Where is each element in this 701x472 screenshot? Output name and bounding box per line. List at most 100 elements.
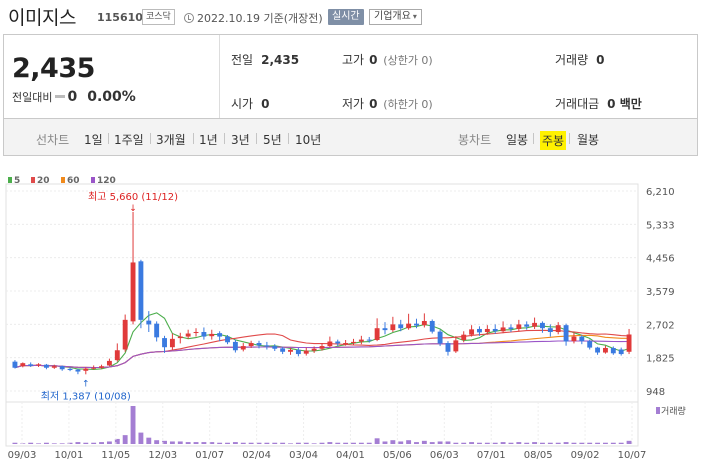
candle-body <box>390 324 396 331</box>
candle-body <box>571 336 577 342</box>
candle-daily[interactable]: 일봉 <box>506 131 528 148</box>
y-tick-label: 1,825 <box>646 354 675 365</box>
volume-bar <box>280 442 286 444</box>
volume: 거래량 0 <box>555 51 604 68</box>
candle-body <box>217 333 223 337</box>
period-5y[interactable]: 5년 <box>263 131 282 148</box>
candle-body <box>99 366 104 368</box>
low-arrow-icon: ↑ <box>82 379 90 389</box>
volume-plot-area <box>5 401 639 447</box>
x-tick-label: 10/01 <box>55 450 84 461</box>
upper-limit: (상한가 0) <box>383 54 433 67</box>
candle-body <box>327 341 333 347</box>
legend-label: 5 <box>14 176 20 186</box>
period-1d[interactable]: 1일 <box>84 131 103 148</box>
period-3y[interactable]: 3년 <box>231 131 250 148</box>
realtime-button[interactable]: 실시간 <box>328 9 364 25</box>
candle-body <box>256 343 262 346</box>
candle-body <box>91 367 97 369</box>
volume-bar <box>484 442 490 444</box>
volume-bar <box>461 442 467 444</box>
candle-weekly[interactable]: 주봉 <box>540 131 567 150</box>
candle-body <box>106 360 112 366</box>
legend-label: 120 <box>97 176 116 186</box>
volume-bar <box>256 442 262 444</box>
high-note: 최고 5,660 (11/12) <box>88 191 178 203</box>
lower-limit: (하한가 0) <box>383 98 433 111</box>
y-tick-label: 4,456 <box>646 254 675 265</box>
candle-body <box>398 324 404 329</box>
high-value: 0 <box>369 53 378 67</box>
candle-body <box>618 349 624 355</box>
period-10y[interactable]: 10년 <box>295 131 321 148</box>
amount-label: 거래대금 <box>555 97 600 111</box>
period-3m[interactable]: 3개월 <box>156 131 186 148</box>
separator <box>108 133 109 144</box>
volume-bar <box>626 440 632 444</box>
prev-close-label: 전일 <box>231 53 254 67</box>
volume-bar <box>532 442 538 444</box>
candle-body <box>540 322 545 329</box>
candle-body <box>429 320 435 332</box>
diff-percent: 0.00% <box>87 89 136 105</box>
volume-bar <box>595 442 601 444</box>
company-info-dropdown[interactable]: 기업개요 ▾ <box>369 9 422 25</box>
candle[interactable] <box>138 259 144 329</box>
volume-bar <box>358 442 364 444</box>
candle-body <box>532 322 538 327</box>
volume-bar <box>20 443 26 444</box>
legend-swatch <box>61 177 65 183</box>
volume-bar <box>555 442 561 444</box>
candle[interactable] <box>429 319 435 334</box>
open-label: 시가 <box>231 97 254 111</box>
volume-bar <box>610 442 616 444</box>
candle-body <box>374 328 380 340</box>
candle-body <box>28 364 34 366</box>
candle-monthly[interactable]: 월봉 <box>577 131 599 148</box>
volume-bar <box>232 442 238 444</box>
volume-bar <box>437 441 443 444</box>
high-label: 고가 <box>342 53 365 67</box>
volume-bar <box>327 442 333 444</box>
candle-body <box>201 332 207 337</box>
volume-legend-label: 거래량 <box>661 405 686 417</box>
candle-body <box>563 325 569 342</box>
candle-body <box>146 320 152 325</box>
candle-body <box>248 343 254 347</box>
period-1w[interactable]: 1주일 <box>114 131 144 148</box>
volume-bar <box>59 443 65 444</box>
separator <box>150 133 151 144</box>
candle-body <box>83 368 89 371</box>
candle-body <box>225 336 230 343</box>
volume-bar <box>453 442 459 444</box>
volume-bar <box>264 442 270 444</box>
volume-bar <box>91 442 97 444</box>
volume-bar <box>12 442 18 444</box>
volume-bar <box>477 442 482 444</box>
candle-body <box>232 341 238 351</box>
candle-body <box>508 327 514 329</box>
volume-bar <box>201 442 207 444</box>
volume-bar <box>508 442 514 444</box>
y-axis: 6,210 5,333 4,456 3,579 2,702 1,825 948 <box>646 187 675 398</box>
volume-bar <box>67 442 73 444</box>
candle-body <box>295 349 301 355</box>
candle-body <box>20 363 26 367</box>
volume-bar <box>75 442 81 444</box>
volume-bar <box>146 437 152 444</box>
high-arrow-icon: ↓ <box>129 204 137 214</box>
stock-header: 이미지스 115610 코스닥 2022.10.19 기준(개장전) 실시간 기… <box>0 0 701 34</box>
volume-bar <box>366 442 372 444</box>
volume-bar <box>445 441 451 444</box>
period-1y[interactable]: 1년 <box>199 131 218 148</box>
volume-bar <box>106 441 112 444</box>
volume-label: 거래량 <box>555 53 589 67</box>
separator <box>256 133 257 144</box>
volume-bar <box>390 440 396 444</box>
candle-body <box>461 334 467 340</box>
candle[interactable] <box>122 314 128 352</box>
candle-body <box>130 262 136 322</box>
candle-body <box>555 325 561 333</box>
volume-bar <box>492 442 498 444</box>
quote-date-text: 2022.10.19 기준(개장전) <box>197 12 323 25</box>
